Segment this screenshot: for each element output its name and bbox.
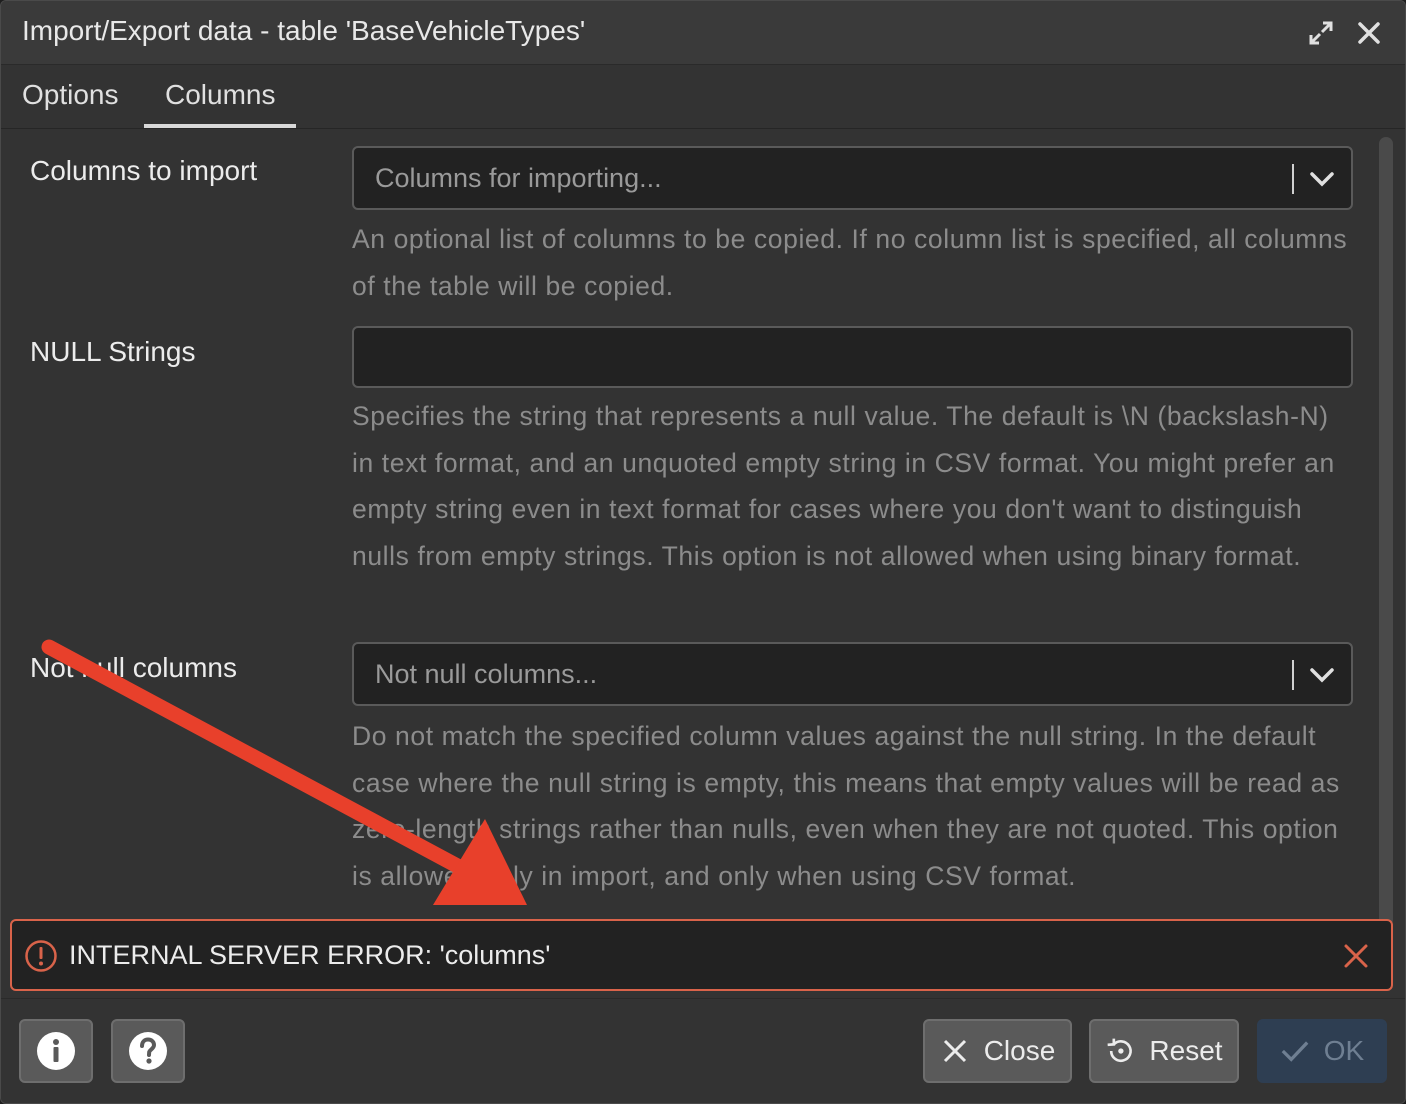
null-strings-label: NULL Strings: [30, 336, 196, 367]
dialog-footer: Close Reset OK: [1, 998, 1405, 1103]
dialog-titlebar[interactable]: Import/Export data - table 'BaseVehicleT…: [1, 1, 1405, 65]
reset-button[interactable]: Reset: [1089, 1019, 1239, 1083]
dialog-title: Import/Export data - table 'BaseVehicleT…: [22, 15, 586, 46]
columns-to-import-help: An optional list of columns to be copied…: [352, 224, 1348, 301]
columns-to-import-select[interactable]: Columns for importing...: [352, 146, 1353, 210]
tab-options[interactable]: Options: [22, 79, 119, 127]
not-null-columns-help: Do not match the specified column values…: [352, 721, 1340, 891]
null-strings-input[interactable]: [352, 326, 1353, 388]
reset-button-label: Reset: [1149, 1035, 1223, 1066]
close-button[interactable]: Close: [923, 1019, 1072, 1083]
help-button[interactable]: [111, 1019, 185, 1083]
check-icon: [1280, 1036, 1310, 1066]
tab-columns[interactable]: Columns: [143, 79, 298, 128]
tab-bar: Options Columns: [1, 65, 1405, 129]
not-null-columns-placeholder: Not null columns...: [375, 659, 598, 689]
close-icon[interactable]: [1353, 15, 1385, 51]
question-icon: [129, 1032, 167, 1070]
not-null-columns-label: Not null columns: [30, 652, 237, 683]
ok-button-label: OK: [1323, 1035, 1365, 1066]
import-export-dialog: Import/Export data - table 'BaseVehicleT…: [0, 0, 1406, 1104]
null-strings-help: Specifies the string that represents a n…: [352, 401, 1335, 571]
maximize-icon[interactable]: [1305, 15, 1337, 51]
select-divider: [1292, 660, 1294, 690]
close-x-icon: [940, 1036, 970, 1066]
chevron-down-icon[interactable]: [1307, 164, 1337, 194]
chevron-down-icon[interactable]: [1307, 660, 1337, 690]
not-null-columns-select[interactable]: Not null columns...: [352, 642, 1353, 706]
close-button-label: Close: [983, 1035, 1056, 1066]
error-message: INTERNAL SERVER ERROR: 'columns': [69, 940, 551, 970]
error-close-icon[interactable]: [1341, 941, 1371, 971]
panel-scrollbar[interactable]: [1379, 137, 1393, 927]
ok-button[interactable]: OK: [1257, 1019, 1387, 1083]
info-button[interactable]: [19, 1019, 93, 1083]
error-banner: INTERNAL SERVER ERROR: 'columns': [10, 919, 1393, 991]
select-divider: [1292, 164, 1294, 194]
reset-icon: [1105, 1036, 1135, 1066]
columns-panel: Columns to import Columns for importing.…: [1, 130, 1373, 920]
columns-to-import-placeholder: Columns for importing...: [375, 163, 662, 193]
columns-to-import-label: Columns to import: [30, 155, 258, 186]
info-icon: [37, 1032, 75, 1070]
error-icon: [24, 939, 58, 973]
